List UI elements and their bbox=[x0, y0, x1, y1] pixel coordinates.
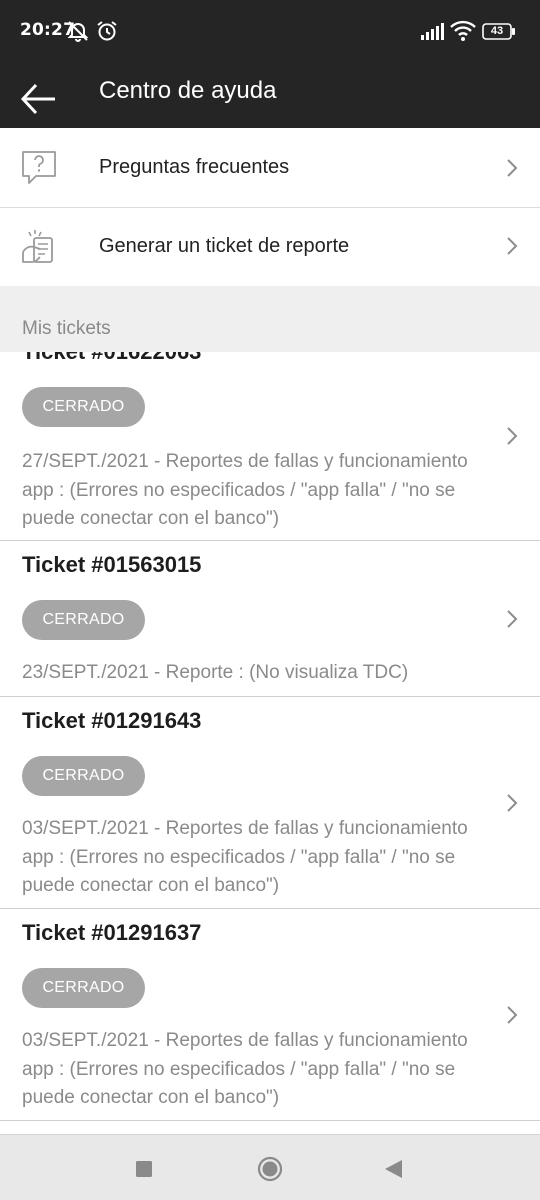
menu-item-faq[interactable]: Preguntas frecuentes bbox=[0, 129, 540, 207]
status-badge: CERRADO bbox=[22, 756, 145, 796]
page-title: Centro de ayuda bbox=[99, 77, 277, 104]
back-triangle-icon[interactable] bbox=[380, 1155, 408, 1183]
status-badge: CERRADO bbox=[22, 600, 145, 640]
app-bar: Centro de ayuda bbox=[0, 62, 540, 128]
menu-item-label: Generar un ticket de reporte bbox=[99, 235, 350, 257]
ticket-description: 03/SEPT./2021 - Reportes de fallas y fun… bbox=[22, 1030, 468, 1108]
ticket-title: Ticket #01291637 bbox=[22, 920, 202, 945]
ticket-title: Ticket #01291643 bbox=[22, 708, 202, 733]
ticket-list[interactable]: Ticket #01622063 CERRADO 27/SEPT./2021 -… bbox=[0, 352, 540, 1134]
status-bar: 20:27 43 bbox=[0, 0, 540, 62]
chevron-right-icon bbox=[507, 159, 518, 177]
home-circle-icon[interactable] bbox=[256, 1155, 284, 1183]
status-badge: CERRADO bbox=[22, 387, 145, 427]
ticket-title: Ticket #01563015 bbox=[22, 552, 202, 577]
system-nav-bar bbox=[0, 1134, 540, 1200]
menu-item-report[interactable]: Generar un ticket de reporte bbox=[0, 208, 540, 286]
arrow-left-icon bbox=[20, 83, 55, 115]
section-header: Mis tickets bbox=[0, 286, 540, 352]
wifi-icon bbox=[450, 20, 476, 41]
chevron-right-icon bbox=[507, 1006, 518, 1024]
question-bubble-icon bbox=[22, 151, 56, 184]
status-badge: CERRADO bbox=[22, 968, 145, 1008]
ticket-row[interactable]: Ticket #01622063 CERRADO 27/SEPT./2021 -… bbox=[0, 352, 540, 540]
signal-icon bbox=[421, 23, 444, 40]
chevron-right-icon bbox=[507, 794, 518, 812]
ticket-row[interactable]: Ticket #01291637 CERRADO 03/SEPT./2021 -… bbox=[0, 909, 540, 1120]
ticket-description: 23/SEPT./2021 - Reporte : (No visualiza … bbox=[22, 662, 409, 683]
battery-icon: 43 bbox=[482, 23, 516, 40]
back-button[interactable] bbox=[18, 72, 62, 116]
ticket-title: Ticket #01622063 bbox=[22, 352, 201, 366]
ticket-row[interactable]: Ticket #01563015 CERRADO 23/SEPT./2021 -… bbox=[0, 541, 540, 695]
chevron-right-icon bbox=[507, 610, 518, 628]
ticket-description: 27/SEPT./2021 - Reportes de fallas y fun… bbox=[22, 451, 468, 529]
alarm-icon bbox=[97, 21, 117, 41]
report-hand-icon bbox=[22, 230, 53, 263]
chevron-right-icon bbox=[507, 427, 518, 445]
section-title: Mis tickets bbox=[22, 318, 111, 339]
ticket-description: 03/SEPT./2021 - Reportes de fallas y fun… bbox=[22, 818, 468, 896]
chevron-right-icon bbox=[507, 237, 518, 255]
mute-icon bbox=[67, 21, 89, 42]
menu-item-label: Preguntas frecuentes bbox=[99, 156, 290, 178]
ticket-row[interactable]: Ticket #01291643 CERRADO 03/SEPT./2021 -… bbox=[0, 697, 540, 908]
recents-square-icon[interactable] bbox=[130, 1155, 158, 1183]
divider bbox=[0, 1120, 540, 1121]
battery-level: 43 bbox=[490, 25, 504, 37]
